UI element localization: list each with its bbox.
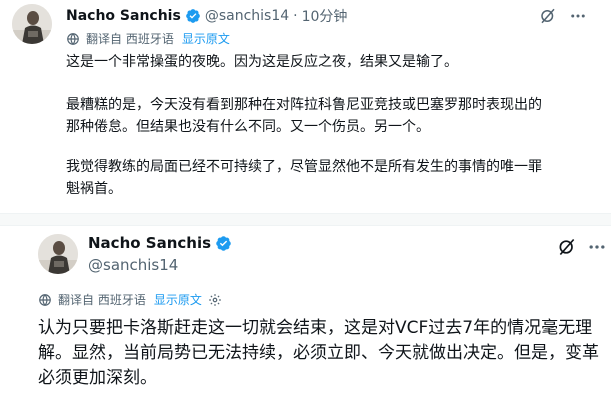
avatar[interactable] [38,234,78,274]
tweet-text-line: 认为只要把卡洛斯赶走这一切就会结束，这是对VCF过去7年的情况毫无理 [38,318,593,338]
translation-notice: 翻译自 西班牙语 显示原文 [38,291,222,308]
more-icon[interactable] [586,236,608,258]
grok-icon[interactable] [538,6,558,26]
verified-badge-icon [185,8,201,24]
author-name[interactable]: Nacho Sanchis [66,8,181,24]
grok-icon[interactable] [556,236,578,258]
tweet-text-line: 这是一个非常操蛋的夜晚。因为这是反应之夜，结果又是输了。 [66,54,458,70]
tweet-text-line: 最糟糕的是，今天没有看到那种在对阵拉科鲁尼亚竞技或巴塞罗那时表现出的 [66,97,542,113]
tweet-header: Nacho Sanchis @sanchis14 · 10分钟 [66,6,347,26]
show-original-link[interactable]: 显示原文 [182,30,230,47]
translate-icon [38,293,52,307]
translate-icon [66,32,80,46]
author-name[interactable]: Nacho Sanchis [88,234,211,252]
tweet-text-line: 我觉得教练的局面已经不可持续了，尽管显然他不是所有发生的事情的唯一罪 [66,159,542,175]
separator-dot: · [293,8,298,24]
tweet-text-line: 魁祸首。 [66,181,122,197]
translation-notice: 翻译自 西班牙语 显示原文 [66,30,230,47]
more-icon[interactable] [568,6,588,26]
show-original-link[interactable]: 显示原文 [154,291,202,308]
avatar[interactable] [12,4,52,44]
author-name-row: Nacho Sanchis [88,234,232,252]
tweet-text-line: 必须更加深刻。 [38,368,157,388]
settings-gear-icon[interactable] [208,293,222,307]
tweet-divider [0,213,611,226]
author-handle[interactable]: @sanchis14 [88,256,178,274]
verified-badge-icon [215,235,232,252]
translated-from-label: 翻译自 西班牙语 [58,293,146,307]
tweet-text-line: 解。显然，当前局势已无法持续，必须立即、今天就做出决定。但是，变革 [38,343,599,363]
tweet-text-line: 那种倦怠。但结果也没有什么不同。又一个伤员。另一个。 [66,119,430,135]
translated-from-label: 翻译自 西班牙语 [86,32,174,46]
author-handle[interactable]: @sanchis14 [205,8,289,24]
timestamp[interactable]: 10分钟 [302,6,348,26]
